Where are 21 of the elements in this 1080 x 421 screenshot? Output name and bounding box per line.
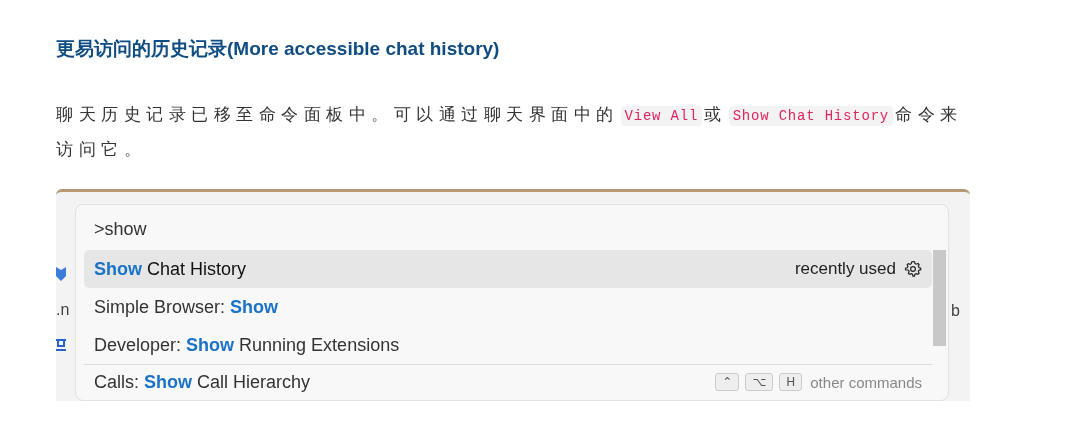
command-item[interactable]: Simple Browser: Show xyxy=(84,288,932,326)
editor-text: b xyxy=(951,302,960,320)
command-label: Developer: Show Running Extensions xyxy=(94,334,401,356)
paragraph: 聊天历史记录已移至命令面板中。可以通过聊天界面中的 View All 或 Show Chat History 命令来访问它。 xyxy=(56,104,964,161)
scrollbar[interactable] xyxy=(933,250,946,346)
command-label: Calls: Show Call Hierarchy xyxy=(94,371,312,393)
editor-text: .n xyxy=(56,301,70,319)
section-heading: 更易访问的历史记录(More accessible chat history) xyxy=(56,37,501,61)
command-detail: recently used xyxy=(794,259,896,279)
key-cap: ⌥ xyxy=(745,373,774,391)
key-cap: ⌃ xyxy=(715,373,740,391)
command-item[interactable]: Calls: Show Call Hierarchy ⌃ ⌥ H other commands xyxy=(84,364,932,399)
command-detail: other commands xyxy=(810,373,922,391)
settings-icon[interactable] xyxy=(904,260,922,278)
command-label: Show Chat History xyxy=(94,258,248,280)
glyph-icon xyxy=(56,339,66,351)
command-item[interactable]: Show Chat History recently used xyxy=(84,250,932,288)
command-input[interactable]: >show xyxy=(76,205,948,250)
key-cap: H xyxy=(779,373,803,391)
command-label: Simple Browser: Show xyxy=(94,296,280,318)
command-item[interactable]: Developer: Show Running Extensions xyxy=(84,326,932,364)
